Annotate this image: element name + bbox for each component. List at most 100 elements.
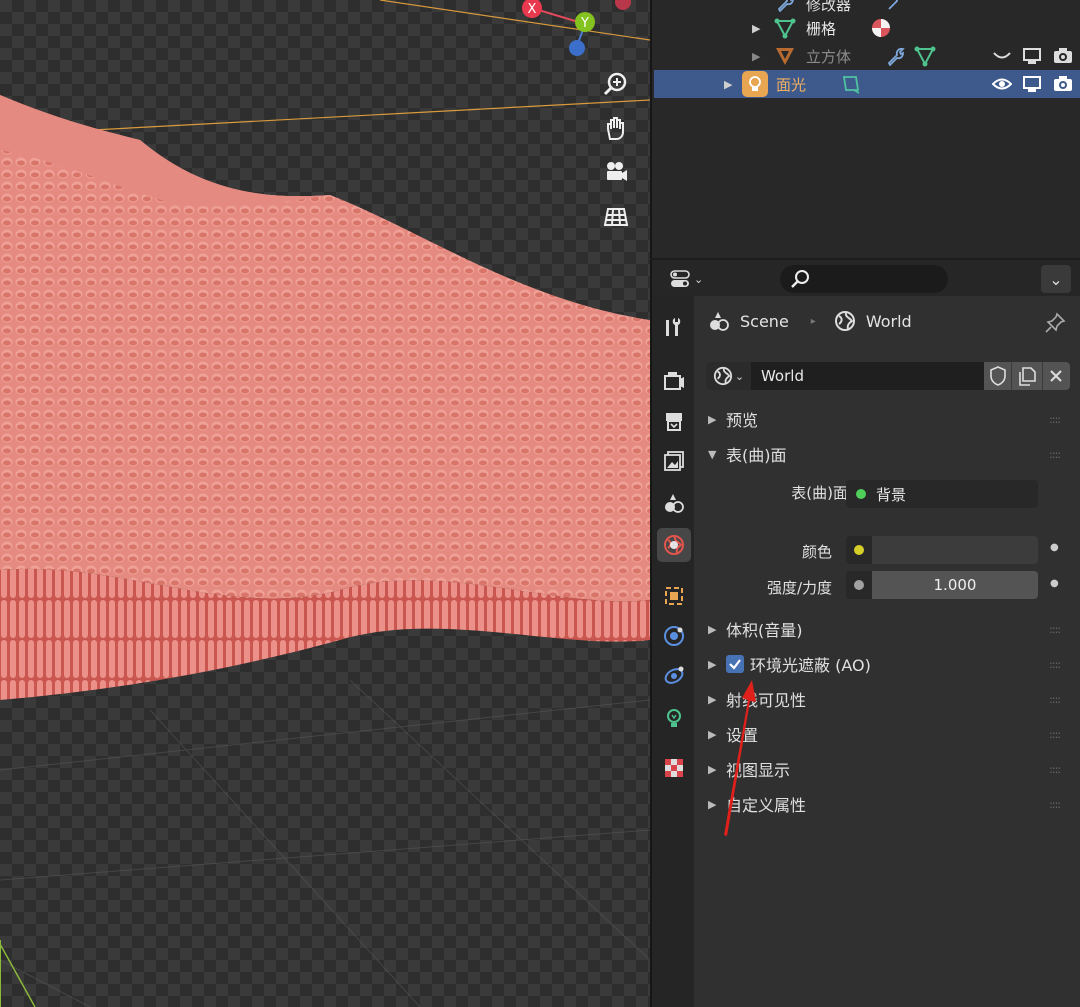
camera-view-icon[interactable] [598, 154, 634, 190]
duplicate-world-button[interactable] [1011, 362, 1042, 390]
tab-light-data[interactable] [657, 701, 691, 735]
browse-world-button[interactable]: ⌄ [706, 362, 751, 390]
surface-shader-selector[interactable]: 背景 [846, 480, 1038, 508]
strength-socket-button[interactable] [846, 571, 872, 599]
drag-handle-icon[interactable]: :::: [1049, 728, 1061, 741]
floor-grid [0, 679, 650, 1007]
drag-handle-icon[interactable]: :::: [1049, 658, 1061, 671]
strength-label: 强度/力度 [766, 579, 832, 597]
tab-constraints[interactable] [657, 659, 691, 693]
outliner-row-cube[interactable]: ▶ 立方体 [654, 42, 1080, 70]
lightbulb-icon [667, 709, 681, 727]
physics-icon [664, 626, 684, 646]
search-input[interactable] [816, 270, 940, 288]
properties-header: ⌄ ⌄ [652, 260, 1080, 296]
unlink-world-button[interactable] [1041, 362, 1070, 390]
chevron-down-icon: ⌄ [1049, 269, 1063, 289]
color-label: 颜色 [801, 543, 832, 561]
collapsed-triangle-icon: ▶ [708, 692, 717, 706]
tab-texture[interactable] [657, 751, 691, 785]
collapsed-triangle-icon: ▶ [708, 412, 717, 426]
outliner-row-area-light[interactable]: ▶ 面光 [654, 70, 1080, 98]
world-icon [834, 311, 855, 331]
keyframe-dot-icon[interactable]: ● [1050, 578, 1059, 589]
tab-object[interactable] [657, 579, 691, 613]
world-name-field[interactable]: World [750, 362, 984, 390]
ao-checkbox[interactable] [726, 655, 744, 673]
eye-icon[interactable] [991, 76, 1013, 96]
editor-type-button[interactable]: ⌄ [670, 266, 710, 292]
gizmo-neg-x[interactable] [615, 0, 631, 10]
render-camera-icon[interactable] [1052, 75, 1074, 97]
drag-handle-icon[interactable]: :::: [1049, 693, 1061, 706]
section-label: 环境光遮蔽 (AO) [750, 656, 871, 675]
collapsed-triangle-icon: ▶ [708, 727, 717, 741]
properties-panel[interactable]: ⌄ ⌄ Scene ▸ World ⌄ World ▶ 预览:::: ▼ 表(… [650, 260, 1080, 1007]
keyframe-dot-icon[interactable]: ● [1050, 542, 1059, 553]
tab-output[interactable] [657, 404, 691, 438]
expand-triangle-icon[interactable]: ▶ [752, 22, 760, 35]
tab-world[interactable] [657, 528, 691, 562]
section-ambient-occlusion[interactable]: ▶ 环境光遮蔽 (AO) :::: [708, 649, 1070, 679]
drag-handle-icon[interactable]: :::: [1049, 623, 1061, 636]
drag-handle-icon[interactable]: :::: [1049, 413, 1061, 426]
properties-tabs [652, 296, 694, 1007]
tab-view-layer[interactable] [657, 444, 691, 478]
section-preview[interactable]: ▶ 预览 :::: [708, 404, 1070, 434]
tab-physics[interactable] [657, 619, 691, 653]
render-camera-icon[interactable] [1052, 47, 1074, 69]
section-volume[interactable]: ▶ 体积(音量) :::: [708, 614, 1070, 644]
outliner-row-label: 栅格 [806, 19, 837, 38]
expand-triangle-icon[interactable]: ▶ [752, 50, 760, 63]
surface-shader-label: 表(曲)面 [791, 484, 848, 502]
checkmark-icon [729, 659, 741, 670]
breadcrumb-world: World [865, 311, 912, 331]
monitor-icon[interactable] [1022, 47, 1042, 69]
material-icon [870, 17, 892, 43]
tab-render[interactable] [657, 364, 691, 398]
world-icon [713, 366, 732, 386]
options-dropdown-button[interactable]: ⌄ [1041, 265, 1071, 293]
viewport-scene: X Y [0, 0, 650, 1007]
zoom-icon[interactable] [598, 66, 634, 102]
section-custom-properties[interactable]: ▶ 自定义属性 :::: [708, 789, 1070, 819]
fake-user-button[interactable] [983, 362, 1012, 390]
expand-triangle-icon[interactable]: ▶ [724, 78, 732, 91]
3d-viewport[interactable]: X Y [0, 0, 650, 1007]
collapsed-triangle-icon: ▶ [708, 762, 717, 776]
strength-slider[interactable]: 1.000 [872, 571, 1038, 599]
search-field[interactable] [780, 265, 948, 293]
light-data-icon [840, 74, 862, 98]
render-icon [664, 372, 684, 390]
monitor-icon[interactable] [1022, 75, 1042, 97]
outliner-row-grid[interactable]: ▶ 栅格 [654, 14, 1080, 42]
outliner-panel[interactable]: 修改器 ▶ 栅格 ▶ 立方体 ▶ 面光 [650, 0, 1080, 258]
constraint-icon [664, 666, 684, 684]
section-viewport-display[interactable]: ▶ 视图显示 :::: [708, 754, 1070, 784]
outliner-row-label: 修改器 [806, 0, 852, 14]
gizmo-z-axis[interactable] [569, 40, 585, 56]
object-icon [665, 587, 683, 605]
section-ray-visibility[interactable]: ▶ 射线可见性 :::: [708, 684, 1070, 714]
close-icon [1050, 370, 1063, 382]
drag-handle-icon[interactable]: :::: [1049, 448, 1061, 461]
drag-handle-icon[interactable]: :::: [1049, 763, 1061, 776]
value-socket-icon [854, 580, 864, 590]
tab-scene[interactable] [657, 486, 691, 520]
section-settings[interactable]: ▶ 设置 :::: [708, 719, 1070, 749]
mesh-data-icon [914, 45, 936, 71]
section-surface[interactable]: ▼ 表(曲)面 :::: [708, 439, 1070, 469]
pan-hand-icon[interactable] [598, 110, 634, 146]
expanded-triangle-icon: ▼ [708, 447, 717, 461]
color-socket-button[interactable] [846, 536, 872, 564]
pin-icon[interactable] [1044, 312, 1066, 338]
light-axis-line-top [379, 0, 650, 41]
ortho-grid-icon[interactable] [598, 198, 634, 234]
collapsed-triangle-icon: ▶ [708, 657, 717, 671]
drag-handle-icon[interactable]: :::: [1049, 798, 1061, 811]
color-swatch[interactable] [872, 536, 1038, 564]
shield-icon [989, 366, 1006, 386]
color-socket-icon [854, 545, 864, 555]
hidden-eye-icon[interactable] [992, 48, 1012, 68]
tab-tool[interactable] [657, 310, 691, 344]
